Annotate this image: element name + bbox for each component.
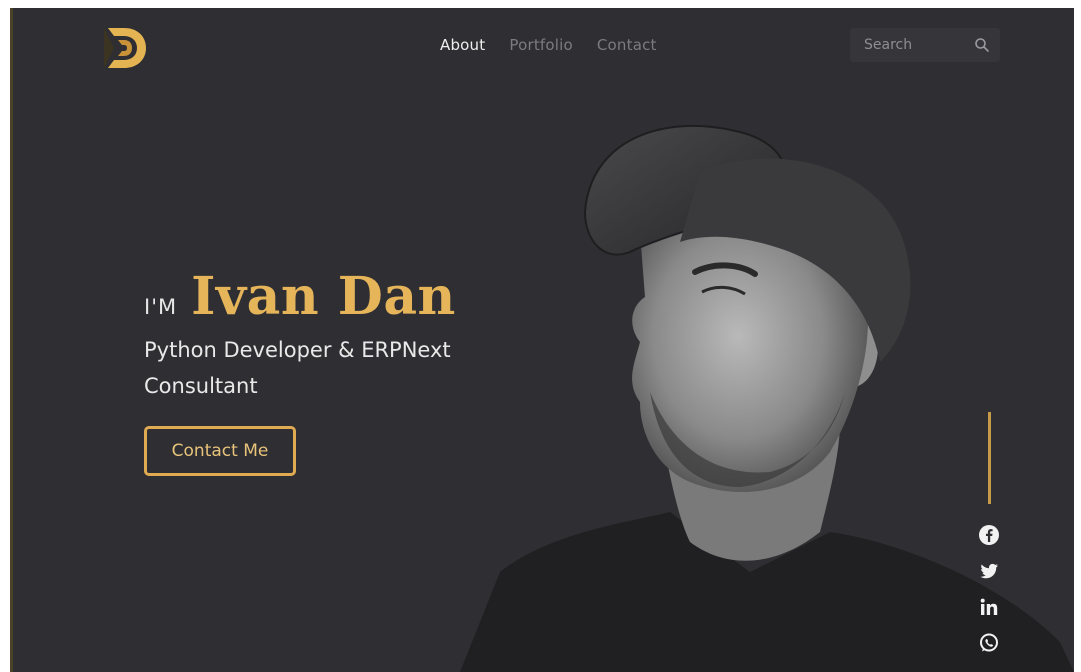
search-input[interactable] (850, 36, 976, 54)
hero-title: I'M Ivan Dan (144, 266, 456, 327)
page: About Portfolio Contact Search I'M Ivan … (10, 8, 1074, 672)
nav-portfolio[interactable]: Portfolio (509, 36, 573, 54)
nav-contact[interactable]: Contact (597, 36, 657, 54)
logo-icon[interactable] (104, 22, 148, 74)
linkedin-icon[interactable] (978, 596, 1000, 618)
hero-prefix: I'M (144, 295, 178, 319)
page-edge (10, 8, 13, 672)
main-nav: About Portfolio Contact (440, 36, 657, 54)
contact-me-button[interactable]: Contact Me (144, 426, 296, 476)
search-box (850, 28, 1000, 62)
hero-role: Python Developer & ERPNext Consultant (144, 338, 451, 398)
search-icon[interactable] (974, 37, 990, 53)
facebook-icon[interactable] (978, 524, 1000, 546)
whatsapp-icon[interactable] (978, 632, 1000, 654)
social-links (978, 524, 1002, 668)
social-divider (988, 412, 991, 504)
hero-name: Ivan Dan (191, 266, 456, 327)
twitter-icon[interactable] (978, 560, 1000, 582)
nav-about[interactable]: About (440, 36, 485, 54)
